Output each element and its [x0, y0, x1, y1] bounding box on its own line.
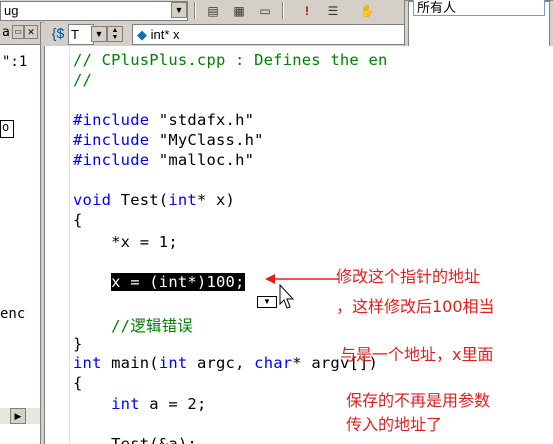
- popup-title-field[interactable]: 所有人: [413, 0, 545, 16]
- code-editor[interactable]: // CPlusPlus.cpp : Defines the en // #in…: [44, 46, 553, 444]
- chevron-down-icon[interactable]: ▼: [91, 26, 107, 42]
- code-token: main(: [101, 354, 159, 372]
- int-keyword: int: [111, 395, 140, 413]
- selected-code[interactable]: x = (int*)100;: [111, 273, 245, 291]
- workspace-row[interactable]: enc: [0, 306, 25, 322]
- workspace-panel: a ▭ ✕ ":1 o enc ▶: [0, 22, 41, 444]
- annotation-text: 与是一个地址，x里面: [340, 345, 494, 364]
- workspace-icon[interactable]: ▦: [228, 1, 250, 21]
- code-line: x = (int*)100;: [73, 272, 245, 292]
- save-all-icon[interactable]: ▤: [202, 1, 224, 21]
- annotation-text: ，这样修改后100相当: [336, 297, 495, 316]
- code-token: argc,: [187, 354, 255, 372]
- workspace-row: o: [2, 120, 10, 134]
- exclamation-icon[interactable]: !: [296, 1, 318, 21]
- code-line: // CPlusPlus.cpp : Defines the en: [73, 51, 388, 69]
- annotation-text: 保存的不再是用参数: [346, 391, 491, 410]
- include-file: "MyClass.h": [158, 131, 264, 149]
- workspace-row-box[interactable]: o: [0, 120, 14, 138]
- int-keyword: int: [168, 191, 197, 209]
- code-line: {: [73, 211, 83, 229]
- popup-title: 所有人: [417, 1, 457, 16]
- code-line: }: [73, 335, 83, 353]
- code-line: void Test(int* x): [73, 190, 235, 210]
- chevron-down-icon[interactable]: ▼: [171, 2, 187, 18]
- editor-gutter: [45, 46, 70, 444]
- class-wizard-icon[interactable]: {$: [48, 24, 68, 43]
- code-line: #include "malloc.h": [73, 150, 254, 170]
- void-keyword: void: [73, 191, 112, 209]
- output-icon[interactable]: ▭: [254, 1, 276, 21]
- dock-icon[interactable]: ▭: [12, 25, 24, 39]
- workspace-tab-label[interactable]: a: [2, 25, 10, 40]
- include-file: "malloc.h": [158, 151, 255, 169]
- code-line: int a = 2;: [73, 394, 206, 414]
- list-icon[interactable]: ☰: [322, 1, 344, 21]
- code-line: #include "stdafx.h": [73, 110, 254, 130]
- build-config-value: ug: [4, 3, 19, 18]
- code-line: {: [73, 374, 83, 392]
- annotation-text: 修改这个指针的地址: [336, 267, 481, 286]
- workspace-hscrollbar[interactable]: ▶: [0, 408, 40, 424]
- code-token: a = 2;: [139, 395, 207, 413]
- include-keyword: #include: [73, 131, 150, 149]
- editor-wizard-bar: {$ T ▼ ▲ ▼ ◆ int* x: [44, 22, 406, 47]
- build-config-combo[interactable]: ug: [0, 1, 188, 21]
- include-file: "stdafx.h": [158, 111, 255, 129]
- code-line: int main(int argc, char* argv[]): [73, 353, 378, 373]
- code-line: //: [73, 71, 93, 89]
- member-combo-value: int* x: [150, 27, 180, 42]
- workspace-row[interactable]: ":1: [2, 54, 27, 70]
- code-token: Test(: [111, 191, 169, 209]
- include-keyword: #include: [73, 151, 150, 169]
- hand-icon[interactable]: ✋: [356, 1, 378, 21]
- annotation-arrow: [265, 274, 339, 284]
- char-keyword: char: [254, 354, 293, 372]
- code-token: * x): [196, 191, 236, 209]
- diamond-icon: ◆: [137, 27, 147, 42]
- annotation-text: 传入的地址了: [346, 415, 443, 434]
- code-line: Test(&a);: [73, 435, 197, 444]
- member-combo[interactable]: ◆ int* x: [132, 24, 406, 45]
- int-keyword: int: [73, 354, 102, 372]
- toolbar-separator: [282, 2, 284, 19]
- class-combo-value: T: [71, 27, 79, 42]
- code-line: #include "MyClass.h": [73, 130, 264, 150]
- close-icon[interactable]: ✕: [24, 25, 38, 39]
- int-keyword: int: [158, 354, 188, 372]
- workspace-panel-header: a ▭ ✕: [0, 22, 40, 45]
- include-keyword: #include: [73, 111, 150, 129]
- code-line: //逻辑错误: [73, 317, 193, 335]
- toolbar-separator: [194, 2, 196, 19]
- code-line: *x = 1;: [73, 233, 178, 251]
- spin-icon[interactable]: ▲ ▼: [107, 26, 123, 42]
- dropdown-marker-icon[interactable]: ▼: [257, 296, 277, 308]
- scroll-right-icon[interactable]: ▶: [10, 408, 26, 424]
